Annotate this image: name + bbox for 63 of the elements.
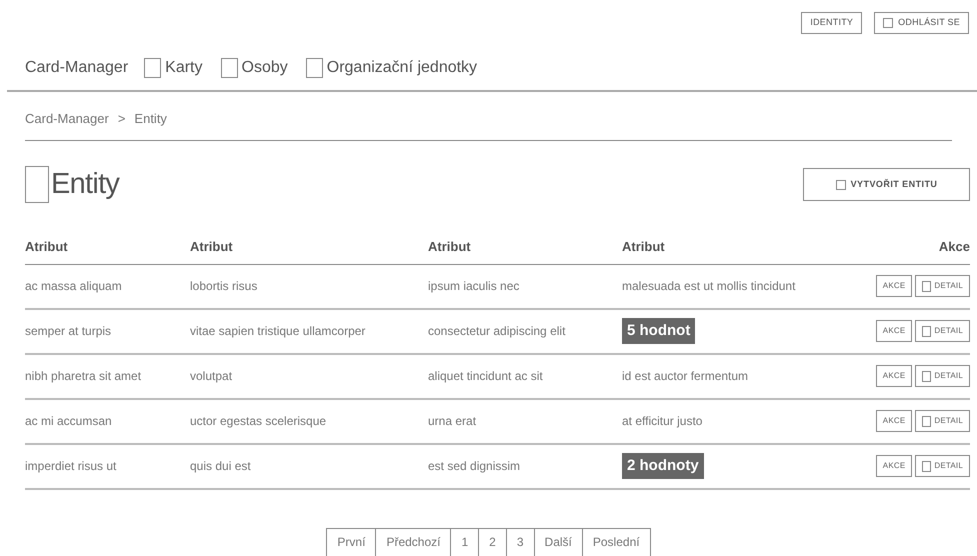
page-link[interactable]: 3: [506, 528, 534, 556]
square-icon: [922, 460, 932, 472]
row-action-button[interactable]: AKCE: [876, 365, 912, 387]
square-icon: [306, 58, 323, 78]
table-cell: volutpat: [190, 369, 232, 383]
table-cell: semper at turpis: [25, 324, 112, 338]
brand-title: Card-Manager: [25, 58, 128, 78]
table-cell: imperdiet risus ut: [25, 459, 116, 473]
row-action-button[interactable]: AKCE: [876, 275, 912, 297]
breadcrumb-separator: >: [118, 110, 126, 128]
row-action-button[interactable]: AKCE: [876, 410, 912, 432]
table-cell: consectetur adipiscing elit: [428, 324, 566, 338]
column-header: Atribut: [190, 238, 234, 256]
table-cell: ipsum iaculis nec: [428, 279, 520, 293]
nav-link[interactable]: Organizační jednotky: [306, 56, 478, 80]
header-button[interactable]: ODHLÁSIT SE: [874, 12, 969, 34]
nav-link[interactable]: Osoby: [220, 56, 288, 80]
page-link[interactable]: 1: [450, 528, 478, 556]
page-link[interactable]: Předchozí: [375, 528, 450, 556]
table-cell: urna erat: [428, 414, 476, 428]
square-icon: [922, 416, 932, 426]
table-cell: at efficitur justo: [622, 414, 702, 428]
page-link[interactable]: První: [327, 528, 376, 556]
table-cell: aliquet tincidunt ac sit: [428, 369, 543, 383]
table-cell: lobortis risus: [190, 279, 258, 293]
row-action-button[interactable]: DETAIL: [915, 365, 970, 387]
square-icon: [922, 326, 932, 336]
page-link[interactable]: Poslední: [582, 528, 650, 556]
column-header: Atribut: [622, 238, 666, 256]
square-icon: [922, 370, 932, 382]
breadcrumb-item[interactable]: Entity: [134, 109, 167, 140]
table-cell: uctor egestas scelerisque: [190, 414, 326, 428]
table-cell: vitae sapien tristique ullamcorper: [190, 324, 366, 338]
square-icon: [220, 58, 238, 78]
table-cell: ac massa aliquam: [25, 279, 122, 293]
header-button[interactable]: IDENTITY: [801, 12, 862, 34]
column-header: Atribut: [25, 238, 69, 256]
breadcrumb-item[interactable]: Card-Manager: [25, 109, 109, 140]
row-action-button[interactable]: AKCE: [876, 320, 912, 342]
row-action-button[interactable]: DETAIL: [915, 455, 970, 477]
square-icon: [922, 280, 932, 292]
table-cell: malesuada est ut mollis tincidunt: [622, 279, 796, 293]
nav-link[interactable]: Karty: [144, 56, 202, 80]
table-cell: est sed dignissim: [428, 459, 520, 473]
page-link[interactable]: 2: [478, 528, 506, 556]
row-action-button[interactable]: DETAIL: [915, 410, 970, 432]
table-cell: id est auctor fermentum: [622, 369, 748, 383]
column-header: Akce: [938, 238, 970, 256]
row-action-button[interactable]: AKCE: [876, 455, 912, 477]
column-header: Atribut: [428, 238, 472, 256]
row-action-button[interactable]: DETAIL: [915, 320, 970, 342]
count-badge: 5 hodnot: [622, 318, 696, 344]
square-icon: [144, 58, 162, 78]
table-cell: quis dui est: [190, 459, 251, 473]
page-title: Entity: [51, 167, 120, 202]
square-icon: [25, 166, 49, 204]
row-action-button[interactable]: DETAIL: [915, 275, 970, 297]
page-link[interactable]: Další: [534, 528, 582, 556]
count-badge: 2 hodnoty: [622, 452, 704, 480]
table-cell: ac mi accumsan: [25, 414, 112, 428]
create-button[interactable]: VYTVOŘIT ENTITU: [803, 168, 970, 202]
table-cell: nibh pharetra sit amet: [25, 369, 142, 383]
square-icon: [836, 180, 846, 190]
